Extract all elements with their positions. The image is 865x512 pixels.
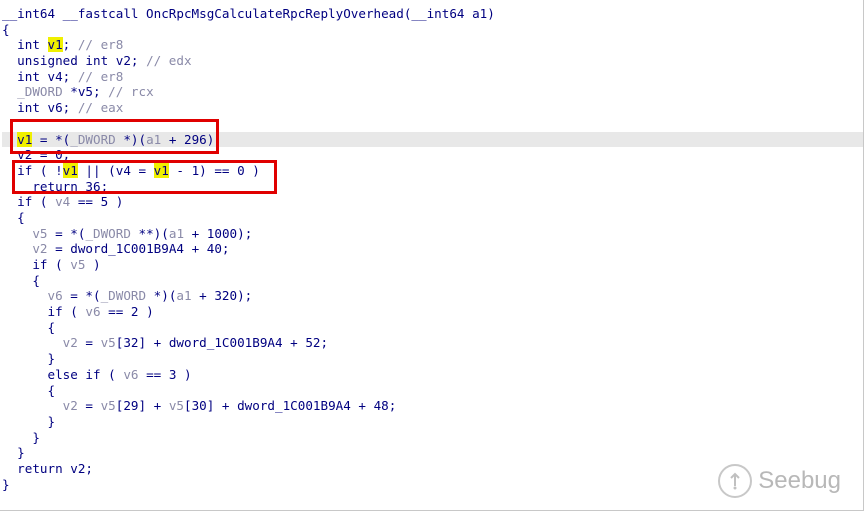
code-line[interactable]: __int64 __fastcall OncRpcMsgCalculateRpc… [2, 6, 863, 22]
code-token: if ( [2, 304, 86, 320]
code-token: = [77, 335, 101, 351]
code-line[interactable]: { [2, 210, 863, 226]
code-line[interactable]: } [2, 445, 863, 461]
code-token: v6 [85, 304, 101, 320]
code-token: if ( [2, 257, 71, 272]
code-token: = *( [47, 225, 86, 241]
code-token: return v2; [2, 460, 93, 476]
highlighted-token[interactable]: v1 [47, 37, 63, 53]
code-token: v5 [100, 398, 116, 414]
code-token: v6 [47, 288, 63, 304]
code-line[interactable]: { [2, 383, 863, 399]
code-token: { [2, 209, 25, 225]
code-token: [32] + dword_1C001B9A4 + 52; [115, 335, 329, 351]
code-token: // rcx [108, 84, 154, 100]
code-line[interactable]: { [2, 320, 863, 336]
code-line[interactable]: { [2, 22, 863, 38]
code-token: if ( [2, 194, 56, 210]
annotation-box-condition [12, 160, 277, 194]
code-line[interactable]: int v6; // eax [2, 100, 863, 116]
code-line[interactable]: unsigned int v2; // edx [2, 53, 863, 69]
code-token: = [77, 398, 101, 414]
code-token: int [2, 37, 48, 53]
code-line[interactable]: int v4; // er8 [2, 69, 863, 85]
code-token: + 1000); [184, 225, 253, 241]
code-line[interactable]: if ( v5 ) [2, 257, 863, 273]
code-line[interactable]: v6 = *(_DWORD *)(a1 + 320); [2, 288, 863, 304]
code-line[interactable]: if ( v6 == 2 ) [2, 304, 863, 320]
code-line[interactable]: else if ( v6 == 3 ) [2, 367, 863, 383]
seebug-logo-icon [718, 464, 753, 498]
code-token: { [2, 21, 10, 37]
code-token: { [2, 272, 40, 288]
code-token: **)( [138, 225, 169, 241]
code-token: + 320); [191, 288, 253, 304]
code-token: } [2, 476, 10, 492]
code-token: int v4; [2, 68, 78, 84]
code-token: v2 [62, 335, 78, 351]
code-token: // eax [77, 100, 124, 116]
code-line[interactable]: int v1; // er8 [2, 37, 863, 53]
code-token: _DWORD [2, 84, 71, 100]
code-token: // er8 [77, 37, 124, 53]
code-token: a1 [176, 288, 192, 304]
code-line[interactable]: if ( v4 == 5 ) [2, 194, 863, 210]
code-token: v5 [168, 398, 185, 414]
code-token: [29] + [115, 398, 169, 414]
code-token: [30] + dword_1C001B9A4 + 48; [184, 398, 397, 414]
code-line[interactable]: v2 = dword_1C001B9A4 + 40; [2, 241, 863, 257]
code-token: == 5 ) [70, 194, 124, 210]
code-token: *)( [153, 288, 177, 304]
code-token: = *( [62, 288, 101, 304]
code-token: unsigned int v2; [2, 53, 147, 69]
annotation-box-assignment [10, 119, 219, 154]
code-token: = dword_1C001B9A4 + 40; [47, 241, 230, 257]
code-token: } [2, 413, 56, 429]
watermark-text: Seebug [758, 467, 841, 494]
code-token: v4 [55, 194, 71, 210]
code-line[interactable]: } [2, 430, 863, 446]
code-token: v6 [123, 366, 139, 382]
code-token: { [2, 319, 56, 335]
code-token: == 2 ) [100, 304, 154, 320]
code-line[interactable]: } [2, 414, 863, 430]
code-token: { [2, 382, 56, 398]
code-line[interactable]: v2 = v5[32] + dword_1C001B9A4 + 52; [2, 335, 863, 351]
code-token: ; [62, 37, 78, 53]
code-token: v5 [100, 335, 116, 351]
code-token: v5 [32, 225, 48, 241]
code-token: // edx [146, 53, 192, 69]
code-token: int v6; [2, 100, 78, 116]
code-token: ) [85, 257, 101, 272]
code-token: else if ( [2, 366, 124, 382]
code-token: v2 [62, 398, 78, 414]
code-token: } [2, 445, 25, 461]
code-token: _DWORD [85, 225, 139, 241]
code-token: *v5; [70, 84, 109, 100]
code-token: _DWORD [100, 288, 154, 304]
code-token: v2 [32, 241, 48, 257]
code-token: } [2, 429, 40, 445]
watermark: Seebug [718, 464, 841, 498]
code-token: } [2, 351, 56, 367]
code-token: // er8 [77, 68, 124, 84]
code-line[interactable]: } [2, 351, 863, 367]
code-line[interactable]: { [2, 273, 863, 289]
code-token: a1 [168, 225, 185, 241]
code-token: v5 [70, 257, 86, 272]
code-token: == 3 ) [138, 366, 192, 382]
pseudocode-view[interactable]: __int64 __fastcall OncRpcMsgCalculateRpc… [2, 6, 863, 492]
code-line[interactable]: _DWORD *v5; // rcx [2, 84, 863, 100]
code-line[interactable]: v5 = *(_DWORD **)(a1 + 1000); [2, 226, 863, 242]
code-token: __int64 __fastcall OncRpcMsgCalculateRpc… [2, 6, 495, 21]
pseudocode-window: __int64 __fastcall OncRpcMsgCalculateRpc… [0, 0, 864, 511]
code-line[interactable]: v2 = v5[29] + v5[30] + dword_1C001B9A4 +… [2, 398, 863, 414]
